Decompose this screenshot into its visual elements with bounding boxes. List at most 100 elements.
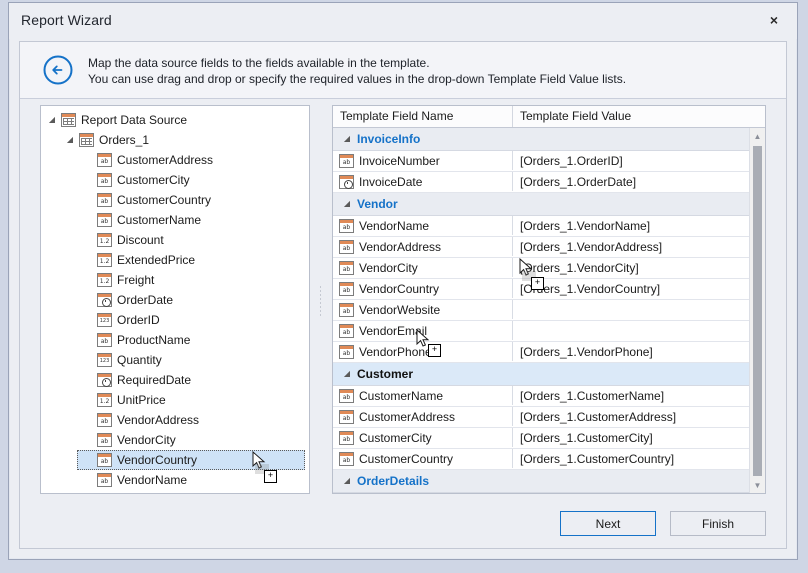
group-header-orderdetails[interactable]: ◢OrderDetails	[333, 470, 749, 493]
finish-button[interactable]: Finish	[670, 511, 766, 536]
grid-body[interactable]: ◢InvoiceInfoabInvoiceNumber[Orders_1.Ord…	[333, 128, 749, 493]
cell-template-field-value[interactable]: [Orders_1.CustomerAddress]	[513, 407, 749, 426]
grid-row[interactable]: abCustomerAddress[Orders_1.CustomerAddre…	[333, 407, 749, 428]
group-header-customer[interactable]: ◢Customer	[333, 363, 749, 386]
cell-template-field-name[interactable]: abCustomerAddress	[333, 407, 513, 426]
tree-item-label: Report Data Source	[81, 110, 187, 130]
float-icon: 1.2	[97, 393, 112, 407]
cell-template-field-value[interactable]: [Orders_1.CustomerCity]	[513, 428, 749, 447]
cell-template-field-name[interactable]: abInvoiceNumber	[333, 151, 513, 170]
template-field-grid-panel[interactable]: Template Field Name Template Field Value…	[332, 105, 766, 494]
column-header-template-field-name[interactable]: Template Field Name	[333, 106, 513, 127]
tree-item-orderid[interactable]: 123OrderID	[41, 310, 309, 330]
scroll-down-icon[interactable]: ▼	[750, 477, 765, 493]
panel-splitter[interactable]	[317, 99, 325, 502]
tree-item-report data source[interactable]: ◢ Report Data Source	[41, 110, 309, 130]
expander-icon[interactable]: ◢	[342, 128, 352, 150]
instruction-text: Map the data source fields to the fields…	[88, 55, 774, 87]
tree-item-unitprice[interactable]: 1.2UnitPrice	[41, 390, 309, 410]
data-source-tree[interactable]: ◢ Report Data Source◢Orders_1abCustomerAd…	[41, 106, 309, 494]
grid-row[interactable]: abVendorEmail	[333, 321, 749, 342]
expander-icon[interactable]: ◢	[47, 110, 57, 130]
grid-vertical-scrollbar[interactable]: ▲ ▼	[749, 128, 765, 493]
cell-template-field-name[interactable]: abVendorEmail	[333, 321, 513, 340]
scrollbar-thumb[interactable]	[753, 146, 762, 476]
string-icon: ab	[339, 345, 354, 359]
grid-row[interactable]: abInvoiceNumber[Orders_1.OrderID]	[333, 151, 749, 172]
cell-template-field-name[interactable]: abVendorCity	[333, 258, 513, 277]
grid-row[interactable]: abVendorCity[Orders_1.VendorCity]	[333, 258, 749, 279]
tree-item-customeraddress[interactable]: abCustomerAddress	[41, 150, 309, 170]
tree-item-productname[interactable]: abProductName	[41, 330, 309, 350]
tree-item-vendorcity[interactable]: abVendorCity	[41, 430, 309, 450]
grid-row[interactable]: abCustomerCity[Orders_1.CustomerCity]	[333, 428, 749, 449]
cell-template-field-name[interactable]: InvoiceDate	[333, 172, 513, 191]
tree-item-customercity[interactable]: abCustomerCity	[41, 170, 309, 190]
tree-item-vendoraddress[interactable]: abVendorAddress	[41, 410, 309, 430]
tree-item-customername[interactable]: abCustomerName	[41, 210, 309, 230]
next-button[interactable]: Next	[560, 511, 656, 536]
cell-template-field-name[interactable]: abVendorName	[333, 216, 513, 235]
expander-icon[interactable]: ◢	[342, 363, 352, 385]
cell-template-field-name[interactable]: abVendorCountry	[333, 279, 513, 298]
tree-item-label: VendorCountry	[117, 450, 197, 470]
grid-row[interactable]: abCustomerCountry[Orders_1.CustomerCount…	[333, 449, 749, 470]
scroll-up-icon[interactable]: ▲	[750, 128, 765, 144]
tree-item-vendorcountry[interactable]: abVendorCountry	[41, 450, 309, 470]
group-header-invoiceinfo[interactable]: ◢InvoiceInfo	[333, 128, 749, 151]
expander-icon[interactable]: ◢	[342, 193, 352, 215]
string-icon: ab	[339, 240, 354, 254]
cell-template-field-value[interactable]: [Orders_1.CustomerCountry]	[513, 449, 749, 468]
cell-template-field-value[interactable]: [Orders_1.VendorCity]	[513, 258, 749, 277]
data-source-tree-panel[interactable]: ◢ Report Data Source◢Orders_1abCustomerAd…	[40, 105, 310, 494]
tree-item-extendedprice[interactable]: 1.2ExtendedPrice	[41, 250, 309, 270]
grid-row[interactable]: abVendorPhone[Orders_1.VendorPhone]	[333, 342, 749, 363]
grid-row[interactable]: abVendorAddress[Orders_1.VendorAddress]	[333, 237, 749, 258]
cell-template-field-value[interactable]: [Orders_1.OrderID]	[513, 151, 749, 170]
grid-row[interactable]: abVendorName[Orders_1.VendorName]	[333, 216, 749, 237]
field-name-label: CustomerCountry	[359, 449, 453, 469]
expander-icon[interactable]: ◢	[65, 130, 75, 150]
grid-row[interactable]: abVendorWebsite	[333, 300, 749, 321]
cell-template-field-name[interactable]: abVendorPhone	[333, 342, 513, 361]
cell-template-field-name[interactable]: abVendorWebsite	[333, 300, 513, 319]
cell-template-field-value[interactable]: [Orders_1.VendorCountry]	[513, 279, 749, 298]
cell-template-field-name[interactable]: abCustomerCity	[333, 428, 513, 447]
tree-item-label: VendorName	[117, 470, 187, 490]
expander-icon[interactable]: ◢	[342, 470, 352, 492]
tree-item-label: Discount	[117, 230, 164, 250]
grid-row[interactable]: abCustomerName[Orders_1.CustomerName]	[333, 386, 749, 407]
tree-item-orderdate[interactable]: OrderDate	[41, 290, 309, 310]
cell-template-field-value[interactable]: [Orders_1.VendorAddress]	[513, 237, 749, 256]
column-header-template-field-value[interactable]: Template Field Value	[513, 106, 766, 127]
tree-item-quantity[interactable]: 123Quantity	[41, 350, 309, 370]
tree-item-discount[interactable]: 1.2Discount	[41, 230, 309, 250]
string-icon: ab	[97, 213, 112, 227]
circle-left-arrow-icon	[42, 54, 74, 86]
field-name-label: VendorWebsite	[359, 300, 440, 320]
back-button[interactable]	[42, 54, 74, 86]
cell-template-field-name[interactable]: abCustomerCountry	[333, 449, 513, 468]
cell-template-field-value[interactable]: [Orders_1.CustomerName]	[513, 386, 749, 405]
grid-row[interactable]: abVendorCountry[Orders_1.VendorCountry]	[333, 279, 749, 300]
tree-item-vendorname[interactable]: abVendorName	[41, 470, 309, 490]
cell-template-field-value[interactable]: [Orders_1.OrderDate]	[513, 172, 749, 191]
grid-row[interactable]: InvoiceDate[Orders_1.OrderDate]	[333, 172, 749, 193]
string-icon: ab	[339, 154, 354, 168]
cell-template-field-name[interactable]: abCustomerName	[333, 386, 513, 405]
cell-template-field-value[interactable]: [Orders_1.VendorName]	[513, 216, 749, 235]
tree-item-requireddate[interactable]: RequiredDate	[41, 370, 309, 390]
cell-template-field-value[interactable]	[513, 300, 749, 319]
cell-template-field-name[interactable]: abVendorAddress	[333, 237, 513, 256]
group-header-vendor[interactable]: ◢Vendor	[333, 193, 749, 216]
string-icon: ab	[97, 333, 112, 347]
tree-item-freight[interactable]: 1.2Freight	[41, 270, 309, 290]
close-icon[interactable]: ×	[757, 7, 791, 33]
tree-item-orders_1[interactable]: ◢Orders_1	[41, 130, 309, 150]
tree-item-customercountry[interactable]: abCustomerCountry	[41, 190, 309, 210]
field-name-label: VendorCity	[359, 258, 418, 278]
splitter-grip-icon	[319, 285, 323, 317]
cell-template-field-value[interactable]	[513, 321, 749, 340]
cell-template-field-value[interactable]: [Orders_1.VendorPhone]	[513, 342, 749, 361]
tree-item-vendorphone[interactable]: abVendorPhone	[41, 490, 309, 494]
